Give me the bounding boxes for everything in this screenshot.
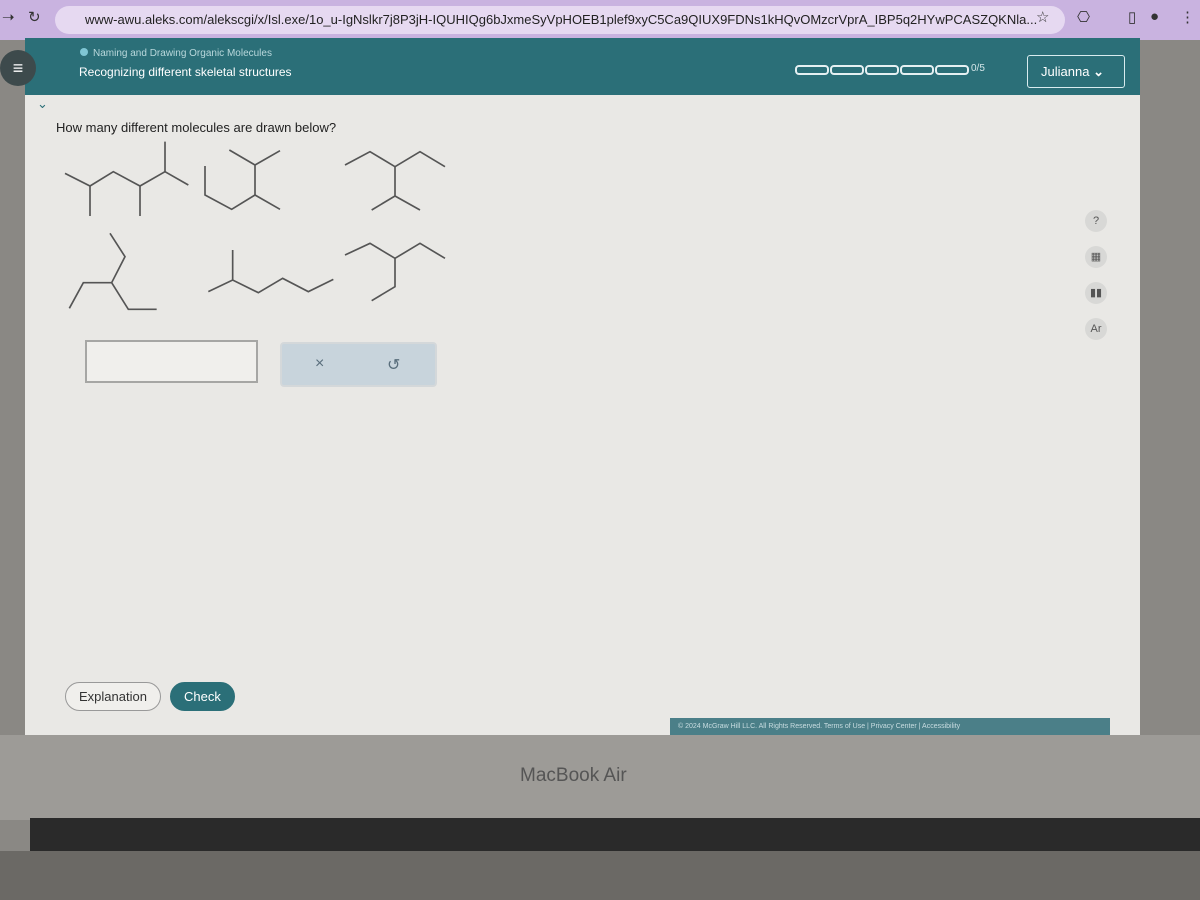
calculator-icon[interactable]: ▦ [1085,246,1107,268]
molecule-5 [207,277,334,294]
molecule-6 [344,242,446,260]
hamburger-menu-icon[interactable]: ≡ [0,50,36,86]
topic-label: Naming and Drawing Organic Molecules [80,48,272,59]
molecule-2 [204,166,281,211]
chevron-down-icon: ⌄ [1093,64,1104,79]
side-toolbar: ? ▦ ▮▮ Ar [1085,210,1107,340]
progress-bar [795,65,969,75]
forward-icon[interactable]: ➝ [2,8,15,26]
help-icon[interactable]: ? [1085,210,1107,232]
footer: © 2024 McGraw Hill LLC. All Rights Reser… [670,718,1110,735]
check-button[interactable]: Check [170,682,235,711]
progress-text: 0/5 [971,63,985,74]
topic-dot-icon [80,48,88,56]
laptop-hinge [30,818,1200,851]
undo-button[interactable]: ↺ [387,355,400,375]
molecule-1 [64,170,189,187]
reload-icon[interactable]: ↻ [28,8,41,26]
browser-toolbar: ➝ ↻ www-awu.aleks.com/alekscgi/x/Isl.exe… [0,0,1200,40]
sidepanel-icon[interactable]: ▯ [1128,8,1136,26]
laptop-base [0,851,1200,900]
page-title: Recognizing different skeletal structure… [79,65,292,79]
device-label: MacBook Air [520,765,627,786]
address-bar[interactable]: www-awu.aleks.com/alekscgi/x/Isl.exe/1o_… [55,6,1065,34]
user-menu-button[interactable]: Julianna ⌄ [1027,55,1125,88]
clear-button[interactable]: × [315,355,324,373]
profile-avatar[interactable]: ● [1150,8,1159,25]
chart-icon[interactable]: ▮▮ [1085,282,1107,304]
molecule-3 [344,150,446,168]
molecule-4 [109,232,157,311]
answer-tools: × ↺ [280,342,437,387]
header: ≡ Naming and Drawing Organic Molecules R… [0,38,1140,95]
aleks-page: ≡ Naming and Drawing Organic Molecules R… [0,38,1140,735]
menu-icon[interactable]: ⋮ [1180,8,1195,26]
user-name: Julianna [1041,64,1090,79]
explanation-button[interactable]: Explanation [65,682,161,711]
periodic-table-icon[interactable]: Ar [1085,318,1107,340]
topic-text: Naming and Drawing Organic Molecules [93,48,272,59]
star-icon[interactable]: ☆ [1036,8,1049,26]
extensions-icon[interactable]: ⎔ [1077,8,1090,26]
answer-input[interactable] [85,340,258,383]
